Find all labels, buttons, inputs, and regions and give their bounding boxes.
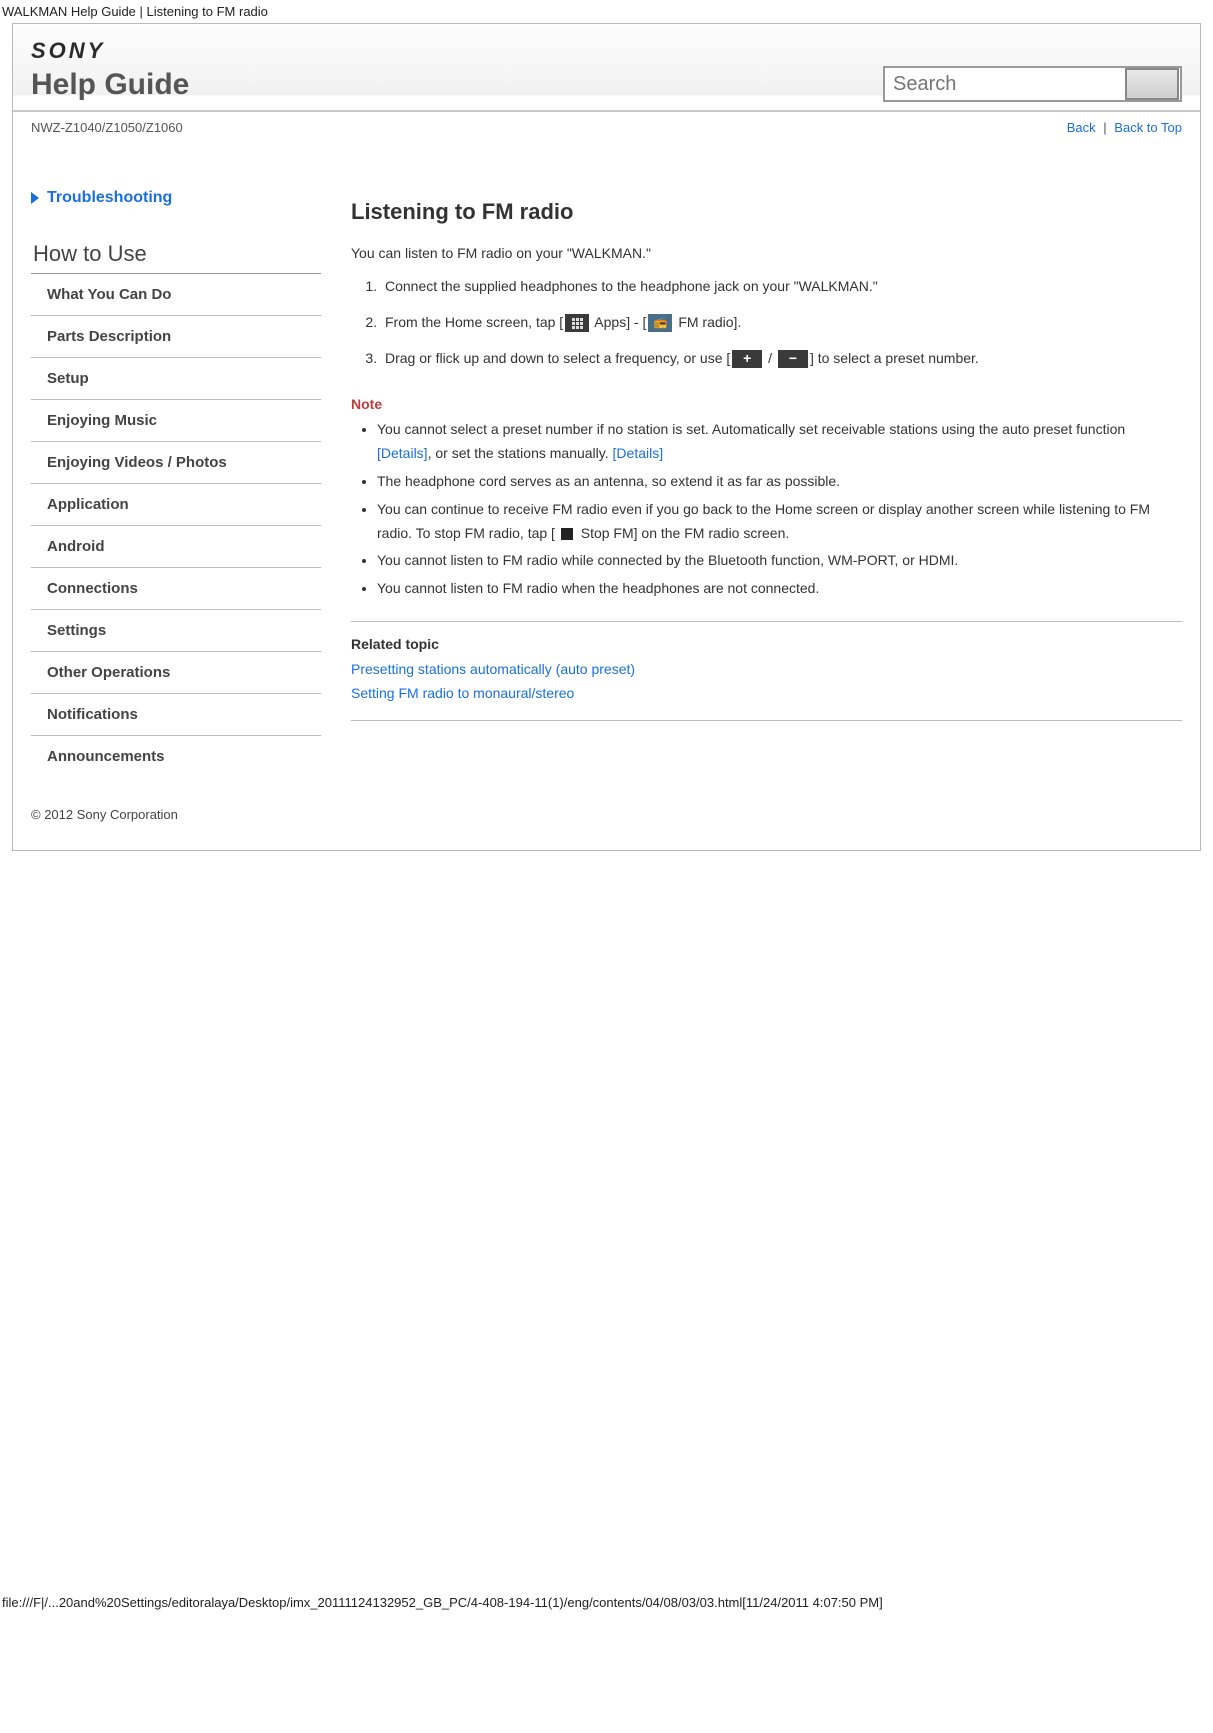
- search-input[interactable]: [885, 69, 1125, 99]
- note-heading: Note: [351, 396, 1182, 412]
- sidebar-item-enjoying-videos-photos[interactable]: Enjoying Videos / Photos: [31, 442, 321, 484]
- content-frame: SONY Help Guide NWZ-Z1040/Z1050/Z1060 Ba…: [12, 23, 1201, 851]
- nav-separator: |: [1099, 120, 1110, 135]
- troubleshooting-link[interactable]: Troubleshooting: [31, 189, 321, 207]
- sidebar-item-enjoying-music[interactable]: Enjoying Music: [31, 400, 321, 442]
- sidebar-item-android[interactable]: Android: [31, 526, 321, 568]
- related-topic-heading: Related topic: [351, 636, 1182, 652]
- sidebar-item-what-you-can-do[interactable]: What You Can Do: [31, 274, 321, 316]
- details-link-2[interactable]: [Details]: [613, 445, 664, 461]
- note-3: You can continue to receive FM radio eve…: [377, 496, 1182, 548]
- how-to-use-heading: How to Use: [31, 235, 321, 274]
- back-to-top-link[interactable]: Back to Top: [1114, 120, 1182, 135]
- search-box: [883, 66, 1182, 102]
- chevron-right-icon: [31, 192, 39, 204]
- note-4: You cannot listen to FM radio while conn…: [377, 547, 1182, 575]
- sidebar-item-application[interactable]: Application: [31, 484, 321, 526]
- top-nav-links: Back | Back to Top: [1067, 120, 1182, 135]
- sidebar-item-other-operations[interactable]: Other Operations: [31, 652, 321, 694]
- stop-icon: [561, 528, 573, 540]
- related-links: Presetting stations automatically (auto …: [351, 658, 1182, 706]
- sidebar-item-parts-description[interactable]: Parts Description: [31, 316, 321, 358]
- notes-list: You cannot select a preset number if no …: [351, 416, 1182, 603]
- sidebar-item-settings[interactable]: Settings: [31, 610, 321, 652]
- related-link-monaural-stereo[interactable]: Setting FM radio to monaural/stereo: [351, 682, 1182, 706]
- note-1-text-a: You cannot select a preset number if no …: [377, 421, 1125, 437]
- details-link-1[interactable]: [Details]: [377, 445, 428, 461]
- divider-2: [351, 720, 1182, 721]
- note-5: You cannot listen to FM radio when the h…: [377, 575, 1182, 603]
- article-intro: You can listen to FM radio on your "WALK…: [351, 245, 1182, 261]
- step-1: Connect the supplied headphones to the h…: [381, 271, 1182, 307]
- note-3-text-b: Stop FM] on the FM radio screen.: [577, 525, 789, 541]
- sidebar: Troubleshooting How to Use What You Can …: [31, 169, 321, 777]
- page-title-bar: WALKMAN Help Guide | Listening to FM rad…: [0, 0, 1213, 23]
- plus-icon: +: [732, 350, 762, 368]
- sony-logo: SONY: [31, 38, 189, 64]
- step-3-text-a: Drag or flick up and down to select a fr…: [385, 350, 730, 366]
- step-3: Drag or flick up and down to select a fr…: [381, 343, 1182, 379]
- step-2-text-c: FM radio].: [674, 314, 741, 330]
- article-title: Listening to FM radio: [351, 199, 1182, 225]
- steps-list: Connect the supplied headphones to the h…: [351, 271, 1182, 378]
- step-2-text-b: Apps] - [: [591, 314, 646, 330]
- troubleshooting-label: Troubleshooting: [47, 189, 172, 207]
- brand-block: SONY Help Guide: [31, 38, 189, 102]
- file-path-footer: file:///F|/...20and%20Settings/editorala…: [0, 1591, 1213, 1614]
- sidebar-item-setup[interactable]: Setup: [31, 358, 321, 400]
- sidebar-item-connections[interactable]: Connections: [31, 568, 321, 610]
- divider: [351, 621, 1182, 622]
- step-2: From the Home screen, tap [ Apps] - [📻 F…: [381, 307, 1182, 343]
- sidebar-item-notifications[interactable]: Notifications: [31, 694, 321, 736]
- note-1: You cannot select a preset number if no …: [377, 416, 1182, 468]
- fm-radio-icon: 📻: [648, 314, 672, 332]
- search-button[interactable]: [1125, 68, 1179, 100]
- model-number: NWZ-Z1040/Z1050/Z1060: [31, 120, 183, 135]
- step-3-text-c: ] to select a preset number.: [810, 350, 979, 366]
- help-guide-heading: Help Guide: [31, 68, 189, 102]
- copyright: © 2012 Sony Corporation: [13, 787, 1200, 842]
- back-link[interactable]: Back: [1067, 120, 1096, 135]
- article-body: Listening to FM radio You can listen to …: [351, 169, 1182, 735]
- sidebar-item-announcements[interactable]: Announcements: [31, 736, 321, 777]
- step-2-text-a: From the Home screen, tap [: [385, 314, 563, 330]
- apps-icon: [565, 314, 589, 332]
- note-1-text-c: , or set the stations manually.: [428, 445, 613, 461]
- step-3-text-b: /: [764, 350, 776, 366]
- related-link-auto-preset[interactable]: Presetting stations automatically (auto …: [351, 658, 1182, 682]
- step-1-text: Connect the supplied headphones to the h…: [385, 278, 878, 294]
- note-2: The headphone cord serves as an antenna,…: [377, 468, 1182, 496]
- minus-icon: −: [778, 350, 808, 368]
